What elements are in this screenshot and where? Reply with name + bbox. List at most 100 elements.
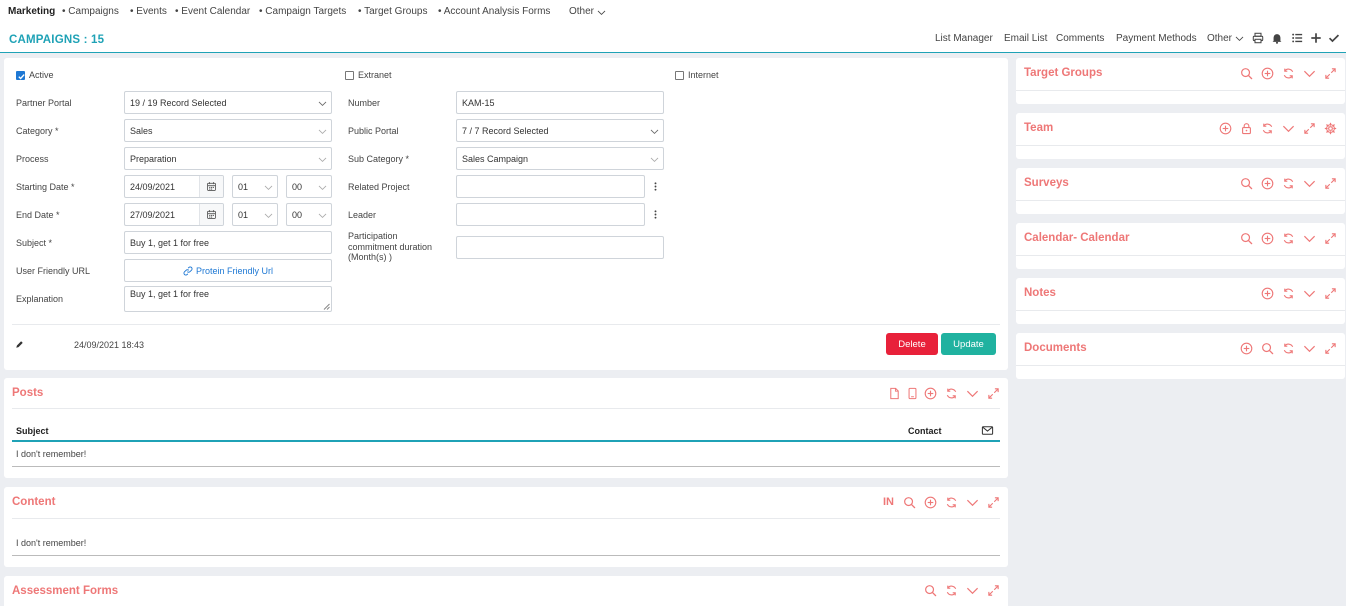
chevron-down-icon[interactable] [1303,342,1316,355]
leader-input[interactable] [456,203,645,226]
check-icon[interactable] [1328,32,1340,44]
expand-icon[interactable] [1303,122,1316,135]
add-circle-icon[interactable] [1240,342,1253,355]
chevron-down-icon[interactable] [966,387,979,400]
payment-methods-link[interactable]: Payment Methods [1116,33,1197,44]
nav-account-analysis-forms[interactable]: • Account Analysis Forms [438,6,550,17]
expand-icon[interactable] [987,387,1000,400]
content-in-badge[interactable]: IN [883,496,894,508]
nav-event-calendar[interactable]: • Event Calendar [175,6,250,17]
related-project-menu-button[interactable] [647,175,663,198]
bell-icon[interactable] [1271,32,1283,44]
target-groups-title[interactable]: Target Groups [1024,67,1102,79]
search-icon[interactable] [1240,177,1253,190]
participation-input[interactable] [456,236,664,259]
start-date-input[interactable]: 24/09/2021 [124,175,224,198]
chevron-down-icon[interactable] [1303,67,1316,80]
list-icon[interactable] [1291,32,1303,44]
add-circle-icon[interactable] [924,387,937,400]
chevron-down-icon[interactable] [1303,232,1316,245]
subject-input[interactable]: Buy 1, get 1 for free [124,231,332,254]
internet-checkbox[interactable] [675,71,684,80]
public-portal-select[interactable]: 7 / 7 Record Selected [456,119,664,142]
notes-title[interactable]: Notes [1024,287,1056,299]
related-project-input[interactable] [456,175,645,198]
mail-icon[interactable] [981,424,994,437]
leader-menu-button[interactable] [647,203,663,226]
add-circle-icon[interactable] [1261,287,1274,300]
start-minute-select[interactable]: 00 [286,175,332,198]
sub-category-select[interactable]: Sales Campaign [456,147,664,170]
add-circle-icon[interactable] [1261,232,1274,245]
nav-campaign-targets[interactable]: • Campaign Targets [259,6,346,17]
refresh-icon[interactable] [945,496,958,509]
chevron-down-icon[interactable] [1303,287,1316,300]
list-manager-link[interactable]: List Manager [935,33,993,44]
refresh-icon[interactable] [1282,232,1295,245]
calendar-title[interactable]: Calendar- Calendar [1024,232,1129,244]
expand-icon[interactable] [1324,232,1337,245]
chevron-down-icon[interactable] [1303,177,1316,190]
nav-events[interactable]: • Events [130,6,167,17]
chevron-down-icon[interactable] [966,584,979,597]
add-circle-icon[interactable] [1261,67,1274,80]
search-icon[interactable] [1261,342,1274,355]
add-circle-icon[interactable] [1219,122,1232,135]
end-minute-select[interactable]: 00 [286,203,332,226]
partner-portal-select[interactable]: 19 / 19 Record Selected [124,91,332,114]
chevron-down-icon[interactable] [1282,122,1295,135]
posts-col-subject[interactable]: Subject [16,426,49,436]
nav-campaigns[interactable]: • Campaigns [62,6,119,17]
posts-row-subject[interactable]: I don't remember! [16,449,86,459]
refresh-icon[interactable] [1282,342,1295,355]
refresh-icon[interactable] [1261,122,1274,135]
document-icon[interactable] [888,387,901,400]
refresh-icon[interactable] [945,387,958,400]
end-date-calendar-button[interactable] [199,204,223,225]
user-friendly-url-button[interactable]: Protein Friendly Url [124,259,332,282]
posts-col-contact[interactable]: Contact [908,426,942,436]
process-select[interactable]: Preparation [124,147,332,170]
content-row-text[interactable]: I don't remember! [16,538,86,548]
expand-icon[interactable] [1324,287,1337,300]
search-icon[interactable] [1240,67,1253,80]
search-icon[interactable] [924,584,937,597]
refresh-icon[interactable] [945,584,958,597]
chevron-down-icon[interactable] [966,496,979,509]
refresh-icon[interactable] [1282,67,1295,80]
pencil-icon[interactable] [15,340,24,349]
end-hour-select[interactable]: 01 [232,203,278,226]
refresh-icon[interactable] [1282,287,1295,300]
nav-target-groups[interactable]: • Target Groups [358,6,427,17]
end-date-input[interactable]: 27/09/2021 [124,203,224,226]
number-input[interactable]: KAM-15 [456,91,664,114]
search-icon[interactable] [903,496,916,509]
surveys-title[interactable]: Surveys [1024,177,1069,189]
start-date-calendar-button[interactable] [199,176,223,197]
expand-icon[interactable] [1324,177,1337,190]
resize-handle-icon[interactable] [323,303,330,310]
category-select[interactable]: Sales [124,119,332,142]
search-icon[interactable] [1240,232,1253,245]
add-circle-icon[interactable] [924,496,937,509]
print-icon[interactable] [1252,32,1264,44]
expand-icon[interactable] [987,496,1000,509]
team-title[interactable]: Team [1024,122,1053,134]
active-checkbox[interactable] [16,71,25,80]
header-other-link[interactable]: Other [1207,33,1232,44]
nav-marketing[interactable]: Marketing [8,6,55,17]
email-list-link[interactable]: Email List [1004,33,1047,44]
gear-icon[interactable] [1324,122,1337,135]
plus-icon[interactable] [1310,32,1322,44]
refresh-icon[interactable] [1282,177,1295,190]
expand-icon[interactable] [1324,67,1337,80]
lock-icon[interactable] [1240,122,1253,135]
start-hour-select[interactable]: 01 [232,175,278,198]
explanation-textarea[interactable]: Buy 1, get 1 for free [124,286,332,312]
expand-icon[interactable] [987,584,1000,597]
expand-icon[interactable] [1324,342,1337,355]
delete-button[interactable]: Delete [886,333,938,355]
tablet-icon[interactable] [906,387,919,400]
add-circle-icon[interactable] [1261,177,1274,190]
nav-other[interactable]: Other [569,6,594,17]
